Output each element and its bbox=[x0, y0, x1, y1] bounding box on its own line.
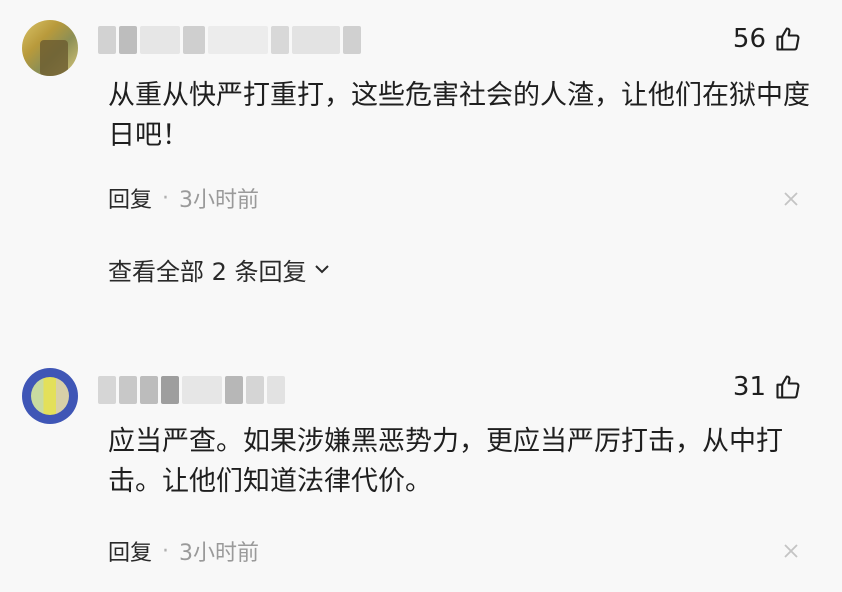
comment-time: 3小时前 bbox=[179, 188, 260, 213]
view-all-replies-label: 查看全部 2 条回复 bbox=[108, 258, 307, 286]
like-count: 31 bbox=[732, 372, 766, 402]
thumbs-up-icon[interactable] bbox=[774, 373, 802, 401]
comment-text: 应当严查。如果涉嫌黑恶势力，更应当严厉打击，从中打击。让他们知道法律代价。 bbox=[108, 426, 783, 497]
reply-button[interactable]: 回复 bbox=[108, 535, 152, 567]
meta-separator: · bbox=[162, 538, 170, 564]
like-button[interactable]: 31 bbox=[733, 372, 802, 402]
username-redacted[interactable] bbox=[98, 26, 361, 54]
avatar[interactable] bbox=[22, 368, 78, 424]
comment-meta: 回复 · 3小时前 bbox=[108, 535, 259, 567]
comment-time: 3小时前 bbox=[179, 541, 260, 566]
comment-text: 从重从快严打重打，这些危害社会的人渣，让他们在狱中度日吧！ bbox=[108, 80, 810, 151]
reply-button[interactable]: 回复 bbox=[108, 182, 152, 214]
username-redacted[interactable] bbox=[98, 376, 285, 404]
like-button[interactable]: 56 bbox=[733, 24, 802, 54]
view-all-replies-button[interactable]: 查看全部 2 条回复 bbox=[108, 252, 331, 287]
chevron-down-icon bbox=[313, 256, 331, 284]
comment-meta: 回复 · 3小时前 bbox=[108, 182, 259, 214]
thumbs-up-icon[interactable] bbox=[774, 25, 802, 53]
comment-item: 31 应当严查。如果涉嫌黑恶势力，更应当严厉打击，从中打击。让他们知道法律代价。… bbox=[0, 352, 842, 592]
comment-item: 56 从重从快严打重打，这些危害社会的人渣，让他们在狱中度日吧！ 回复 · 3小… bbox=[0, 0, 842, 330]
like-count: 56 bbox=[732, 24, 766, 54]
close-icon[interactable] bbox=[780, 188, 802, 210]
avatar[interactable] bbox=[22, 20, 78, 76]
close-icon[interactable] bbox=[780, 540, 802, 562]
meta-separator: · bbox=[162, 185, 170, 211]
